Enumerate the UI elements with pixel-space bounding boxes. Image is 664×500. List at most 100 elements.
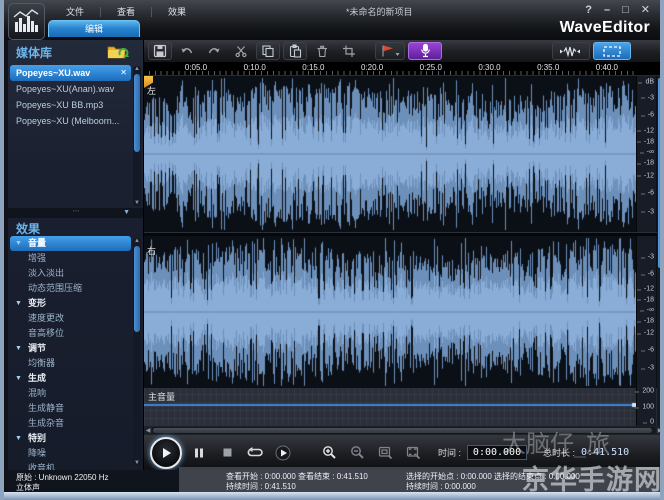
stop-button[interactable] (216, 442, 238, 464)
trim-button[interactable] (337, 42, 361, 60)
db-tick-label: -∞ (647, 307, 654, 314)
ruler-tick-label: 0:40.0 (596, 63, 618, 72)
right-channel-label: 右 (147, 244, 156, 257)
waveeditor-window: 文件 查看 效果 *未命名的新项目 ? – □ ✕ 编辑 WaveEditor … (0, 0, 664, 500)
waveform-vscrollbar-thumb[interactable] (658, 78, 663, 268)
ruler-tick-label: 0:25.0 (420, 63, 442, 72)
effects-list: ▼音量增强淡入淡出动态范围压缩▼变形速度更改音高移位▼调节均衡器▼生成混响生成静… (10, 236, 131, 470)
pause-button[interactable] (188, 442, 210, 464)
scroll-up-icon[interactable]: ▲ (133, 66, 141, 72)
db-tick-label: -6 (648, 190, 654, 197)
effect-item[interactable]: 收音机 (10, 461, 131, 470)
import-folder-icon[interactable] (107, 44, 129, 59)
media-file-item[interactable]: Popeyes~XU(Anan).wav (10, 81, 131, 97)
ruler-tick-label: 0:35.0 (537, 63, 559, 72)
add-marker-flag-button[interactable] (375, 42, 405, 60)
left-channel-waveform[interactable]: 左 dB-3-6-12-18-∞-18-12-6-3 (144, 76, 664, 232)
play-selection-button[interactable] (272, 442, 294, 464)
zoom-to-selection-button[interactable] (374, 442, 396, 464)
menu-effects[interactable]: 效果 (154, 3, 200, 20)
left-db-scale: dB-3-6-12-18-∞-18-12-6-3 (636, 76, 656, 232)
scroll-down-icon[interactable]: ▼ (133, 200, 141, 206)
volume-scale: 2001000 (636, 388, 656, 426)
effect-item[interactable]: 混响 (10, 386, 131, 401)
scroll-left-icon[interactable]: ◀ (144, 427, 152, 434)
effect-item[interactable]: 生成静音 (10, 401, 131, 416)
effect-item[interactable]: 增强 (10, 251, 131, 266)
cut-button[interactable] (229, 42, 253, 60)
toolbar (144, 40, 664, 62)
redo-button[interactable] (202, 42, 226, 60)
tab-edit[interactable]: 编辑 (48, 20, 140, 37)
close-file-icon[interactable]: ✕ (120, 65, 127, 81)
window-controls: ? – □ ✕ (585, 5, 650, 16)
db-tick-label: -18 (644, 160, 654, 167)
scroll-up-icon[interactable]: ▲ (133, 238, 141, 244)
chevron-down-icon[interactable]: ▼ (15, 296, 22, 311)
db-tick-label: -12 (644, 172, 654, 179)
waveform-vertical-scrollbar[interactable] (657, 76, 664, 426)
zoom-in-button[interactable] (318, 442, 340, 464)
brand-label: WaveEditor (560, 19, 650, 37)
effect-item[interactable]: 生成杂音 (10, 416, 131, 431)
paste-button[interactable] (283, 42, 307, 60)
effect-group-item[interactable]: ▼调节 (10, 341, 131, 356)
effect-group-item[interactable]: ▼变形 (10, 296, 131, 311)
effect-item[interactable]: 淡入淡出 (10, 266, 131, 281)
close-button[interactable]: ✕ (641, 5, 650, 16)
scroll-down-icon[interactable]: ▼ (133, 460, 141, 466)
media-file-item[interactable]: Popeyes~XU.wav✕ (10, 65, 131, 81)
delete-button[interactable] (310, 42, 334, 60)
menu-bar: 文件 查看 效果 (52, 3, 200, 20)
copy-button[interactable] (256, 42, 280, 60)
status-view-duration: 持续时间 : 0:41.510 (226, 481, 296, 492)
effect-item[interactable]: 动态范围压缩 (10, 281, 131, 296)
maximize-button[interactable]: □ (622, 5, 629, 16)
effect-group-item[interactable]: ▼特别 (10, 431, 131, 446)
selection-frame-tool-button[interactable] (593, 42, 631, 60)
media-file-item[interactable]: Popeyes~XU BB.mp3 (10, 97, 131, 113)
play-button[interactable] (150, 437, 182, 469)
save-button[interactable] (148, 42, 172, 60)
right-channel-waveform[interactable]: 右 -3-6-12-18-∞-18-12-6-3 (144, 236, 664, 388)
chevron-down-icon[interactable]: ▼ (123, 209, 130, 217)
scroll-right-icon[interactable]: ▶ (656, 427, 664, 434)
effect-group-item[interactable]: ▼音量 (10, 236, 131, 251)
timeline-ruler[interactable]: 0:05.00:10.00:15.00:20.00:25.00:30.00:35… (144, 62, 664, 76)
undo-button[interactable] (175, 42, 199, 60)
help-button[interactable]: ? (585, 5, 592, 16)
ruler-tick-label: 0:05.0 (185, 63, 207, 72)
chevron-down-icon[interactable]: ▼ (15, 371, 22, 386)
db-tick-label: -3 (648, 365, 654, 372)
media-scrollbar-thumb[interactable] (134, 74, 140, 152)
effects-scrollbar[interactable]: ▲ ▼ (133, 238, 141, 466)
loop-playback-button[interactable] (244, 442, 266, 464)
media-list-scrollbar[interactable]: ▲ ▼ (133, 66, 141, 206)
chevron-down-icon[interactable]: ▼ (15, 341, 22, 356)
zoom-out-button[interactable] (346, 442, 368, 464)
ruler-tickmarks (144, 71, 636, 75)
minimize-button[interactable]: – (604, 5, 610, 16)
effects-scrollbar-thumb[interactable] (134, 246, 140, 332)
master-volume-strip[interactable]: 主音量 2001000 (144, 388, 664, 426)
effect-item[interactable]: 音高移位 (10, 326, 131, 341)
effect-group-item[interactable]: ▼生成 (10, 371, 131, 386)
chevron-down-icon[interactable]: ▼ (15, 431, 22, 446)
effect-item[interactable]: 降噪 (10, 446, 131, 461)
volume-tick-label: 200 (642, 388, 654, 395)
effect-item[interactable]: 均衡器 (10, 356, 131, 371)
menu-file[interactable]: 文件 (52, 3, 98, 20)
media-file-list: Popeyes~XU.wav✕Popeyes~XU(Anan).wavPopey… (10, 65, 131, 129)
record-button[interactable] (408, 42, 442, 60)
db-unit-label: dB (645, 79, 654, 86)
effect-item[interactable]: 速度更改 (10, 311, 131, 326)
menu-separator (100, 7, 101, 17)
waveform-select-tool-button[interactable] (552, 42, 590, 60)
media-file-item[interactable]: Popeyes~XU (Melboorn... (10, 113, 131, 129)
zoom-full-button[interactable] (402, 442, 424, 464)
menu-view[interactable]: 查看 (103, 3, 149, 20)
sidebar: 媒体库 Popeyes~XU.wav✕Popeyes~XU(Anan).wavP… (8, 40, 144, 470)
chevron-down-icon[interactable]: ▼ (15, 236, 22, 251)
db-tick-label: -12 (644, 330, 654, 337)
db-tick-label: -3 (648, 94, 654, 101)
